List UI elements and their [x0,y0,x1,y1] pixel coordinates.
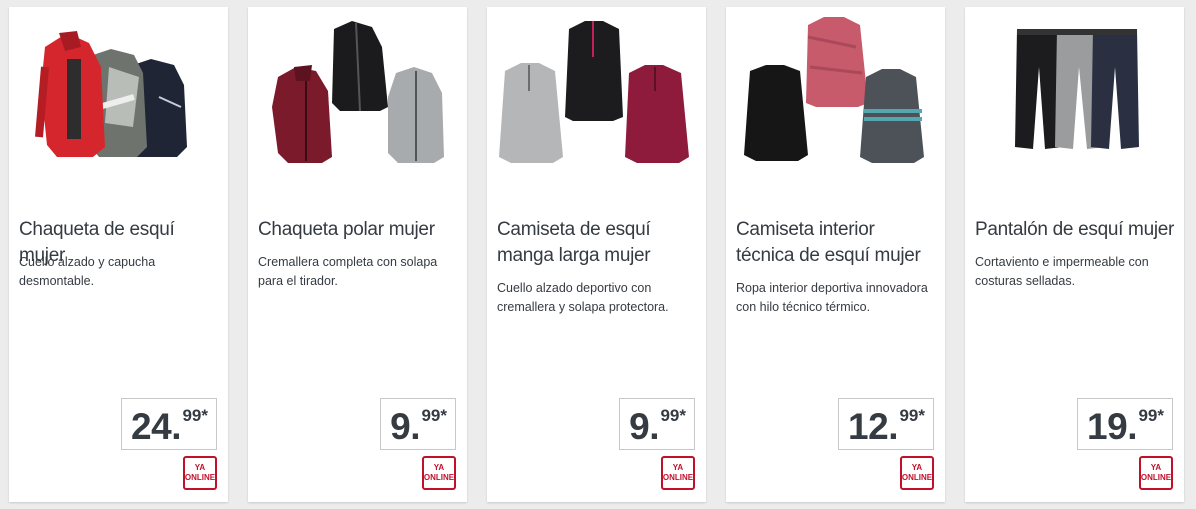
product-card[interactable]: Chaqueta polar mujer Cremallera completa… [248,7,467,502]
price-decimal: 99* [421,406,447,425]
price-integer: 12 [848,406,889,447]
product-grid: Chaqueta de esquí mujer Cuello alzado y … [0,0,1196,509]
product-description: Cuello alzado y capucha desmontable. [19,255,156,288]
ski-pants-image[interactable] [965,7,1184,187]
online-badge[interactable]: YA ONLINE [422,456,456,490]
product-card[interactable]: Pantalón de esquí mujer Cortaviento e im… [965,7,1184,502]
price-tag: 19. 99* [1077,398,1173,450]
price-decimal: 99* [899,406,925,425]
online-badge[interactable]: YA ONLINE [661,456,695,490]
product-description: Ropa interior deportiva innovadora con h… [736,281,928,314]
product-card[interactable]: Camiseta interior técnica de esquí mujer… [726,7,945,502]
online-badge[interactable]: YA ONLINE [900,456,934,490]
price-tag: 24. 99* [121,398,217,450]
price-tag: 9. 99* [380,398,456,450]
product-card[interactable]: Chaqueta de esquí mujer Cuello alzado y … [9,7,228,502]
product-description: Cuello alzado deportivo con cremallera y… [497,281,669,314]
product-title[interactable]: Pantalón de esquí mujer [975,217,1175,243]
fleece-jackets-image[interactable] [248,7,467,187]
price-integer: 9 [629,406,650,447]
product-description: Cortaviento e impermeable con costuras s… [975,255,1149,288]
price-decimal: 99* [182,406,208,425]
price-tag: 9. 99* [619,398,695,450]
online-badge[interactable]: YA ONLINE [183,456,217,490]
product-card[interactable]: Camiseta de esquí manga larga mujer Cuel… [487,7,706,502]
online-badge[interactable]: YA ONLINE [1139,456,1173,490]
price-integer: 9 [390,406,411,447]
ski-jackets-image[interactable] [9,7,228,187]
price-decimal: 99* [1138,406,1164,425]
price-integer: 19 [1087,406,1128,447]
ski-shirts-image[interactable] [487,7,706,187]
product-title[interactable]: Camiseta de esquí manga larga mujer [497,217,697,269]
product-description: Cremallera completa con solapa para el t… [258,255,438,288]
price-integer: 24 [131,406,172,447]
product-title[interactable]: Camiseta interior técnica de esquí mujer [736,217,936,269]
thermal-shirts-image[interactable] [726,7,945,187]
price-tag: 12. 99* [838,398,934,450]
product-title[interactable]: Chaqueta polar mujer [258,217,458,243]
price-decimal: 99* [660,406,686,425]
